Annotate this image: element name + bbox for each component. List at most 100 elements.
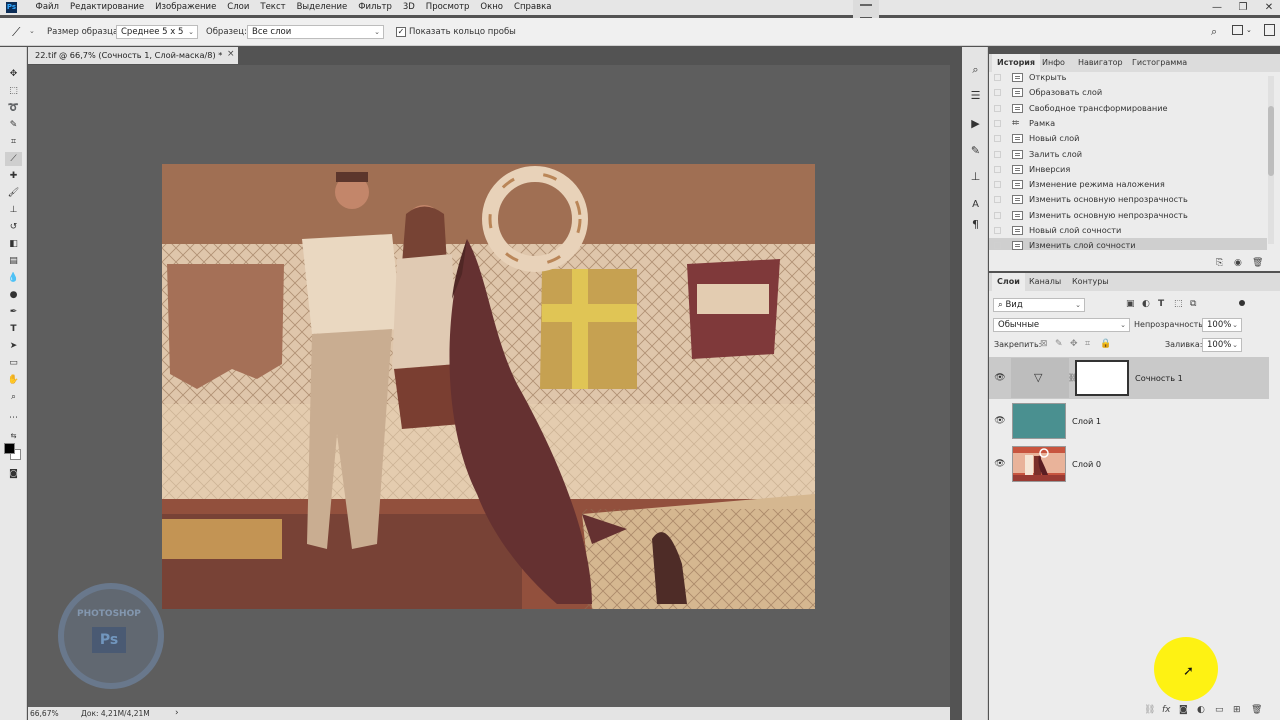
history-brush-source-checkbox[interactable]: [994, 119, 1001, 127]
history-brush-tool-icon[interactable]: ↺: [5, 220, 22, 234]
close-document-button[interactable]: ×: [227, 49, 235, 59]
filter-type-icon[interactable]: T: [1158, 299, 1164, 309]
tab-history-panel-0[interactable]: История: [992, 54, 1041, 72]
zoom-level[interactable]: 66,67%: [30, 709, 59, 718]
lock-position-icon[interactable]: ✥: [1070, 339, 1078, 349]
filter-adjustment-icon[interactable]: ◐: [1142, 299, 1150, 309]
history-brush-source-checkbox[interactable]: [994, 135, 1001, 143]
layer-name[interactable]: Слой 1: [1072, 416, 1101, 426]
share-icon[interactable]: [1264, 24, 1275, 36]
history-brush-source-checkbox[interactable]: [994, 165, 1001, 173]
brush-tool-icon[interactable]: 🖌: [5, 186, 22, 200]
history-item[interactable]: Новый слой: [989, 131, 1267, 146]
blur-tool-icon[interactable]: 💧: [5, 271, 22, 285]
tab-history-panel-3[interactable]: Гистограмма: [1127, 54, 1192, 72]
history-item[interactable]: Инверсия: [989, 162, 1267, 177]
marquee-tool-icon[interactable]: ⬚: [5, 84, 22, 98]
eyedropper-tool-icon[interactable]: ⟋: [5, 152, 22, 166]
tab-layers-panel-0[interactable]: Слои: [992, 273, 1025, 291]
history-item[interactable]: Изменение режима наложения: [989, 177, 1267, 192]
menu-item-5[interactable]: Выделение: [291, 0, 353, 15]
history-brush-source-checkbox[interactable]: [994, 150, 1001, 158]
menu-item-3[interactable]: Слои: [222, 0, 255, 15]
filter-pixel-icon[interactable]: ▣: [1126, 299, 1135, 309]
dodge-tool-icon[interactable]: ●: [5, 288, 22, 302]
show-ring-checkbox[interactable]: ✓: [396, 27, 406, 37]
history-brush-source-checkbox[interactable]: [994, 74, 1001, 81]
type-tool-icon[interactable]: T: [5, 322, 22, 336]
default-colors-icon[interactable]: ⇆: [5, 429, 22, 443]
new-document-from-state-icon[interactable]: ⎘: [1216, 258, 1223, 268]
new-layer-icon[interactable]: ⊞: [1233, 705, 1241, 715]
history-item[interactable]: Открыть: [989, 72, 1267, 85]
hand-tool-icon[interactable]: ✋: [5, 373, 22, 387]
visibility-eye-icon[interactable]: 👁: [994, 459, 1006, 469]
tab-layers-panel-1[interactable]: Каналы: [1024, 273, 1066, 291]
menu-item-6[interactable]: Фильтр: [353, 0, 398, 15]
eyedropper-tool-icon[interactable]: ⟋: [12, 25, 26, 39]
visibility-eye-icon[interactable]: 👁: [994, 373, 1006, 383]
rectangle-tool-icon[interactable]: ▭: [5, 356, 22, 370]
character-icon[interactable]: A: [968, 197, 983, 212]
history-item[interactable]: Образовать слой: [989, 85, 1267, 100]
adjustments-icon[interactable]: ☰: [968, 88, 983, 103]
link-layers-icon[interactable]: ⛓: [1144, 705, 1155, 715]
history-scrollbar[interactable]: [1268, 76, 1274, 244]
layer-mask-thumbnail[interactable]: [1075, 360, 1129, 396]
layer-name[interactable]: Слой 0: [1072, 459, 1101, 469]
restore-button[interactable]: ❐: [1230, 0, 1256, 15]
status-menu-arrow[interactable]: ›: [175, 708, 179, 718]
history-brush-source-checkbox[interactable]: [994, 104, 1001, 112]
menu-item-0[interactable]: Файл: [30, 0, 64, 15]
history-brush-source-checkbox[interactable]: [994, 196, 1001, 204]
healing-brush-tool-icon[interactable]: ✚: [5, 169, 22, 183]
lasso-tool-icon[interactable]: ➰: [5, 101, 22, 115]
history-brush-source-checkbox[interactable]: [994, 211, 1001, 219]
history-item[interactable]: Свободное трансформирование: [989, 101, 1267, 116]
eraser-tool-icon[interactable]: ◧: [5, 237, 22, 251]
menu-item-9[interactable]: Окно: [475, 0, 509, 15]
close-window-button[interactable]: ✕: [1256, 0, 1280, 15]
foreground-color-swatch[interactable]: [4, 443, 15, 454]
history-brush-source-checkbox[interactable]: [994, 227, 1001, 234]
menu-item-7[interactable]: 3D: [397, 0, 420, 15]
menu-item-8[interactable]: Просмотр: [420, 0, 475, 15]
history-brush-source-checkbox[interactable]: [994, 242, 1001, 250]
path-selection-tool-icon[interactable]: ➤: [5, 339, 22, 353]
lock-transparent-icon[interactable]: ⊠: [1040, 339, 1048, 349]
document-image[interactable]: [162, 164, 815, 609]
menu-item-2[interactable]: Изображение: [150, 0, 222, 15]
trash-icon[interactable]: 🗑: [1252, 258, 1263, 268]
tool-preset-chevron-icon[interactable]: ⌄: [29, 27, 35, 35]
history-item[interactable]: Изменить основную непрозрачность: [989, 192, 1267, 207]
filter-shape-icon[interactable]: ⬚: [1174, 299, 1183, 309]
zoom-tool-icon[interactable]: ⌕: [5, 390, 22, 404]
history-brush-source-checkbox[interactable]: [994, 181, 1001, 189]
menu-item-10[interactable]: Справка: [509, 0, 557, 15]
quick-mask-icon[interactable]: ◙: [5, 467, 22, 481]
lock-all-icon[interactable]: 🔒: [1100, 339, 1111, 349]
blend-mode-select[interactable]: Обычные ⌄: [993, 318, 1130, 332]
brush-settings-icon[interactable]: ✎: [968, 143, 983, 158]
layer-row[interactable]: 👁 Слой 1: [989, 400, 1269, 442]
filter-smart-object-icon[interactable]: ⧉: [1190, 299, 1196, 309]
tab-history-panel-2[interactable]: Навигатор: [1073, 54, 1128, 72]
layer-filter-select[interactable]: ⌕ Вид ⌄: [993, 298, 1085, 312]
clone-stamp-tool-icon[interactable]: ⊥: [5, 203, 22, 217]
document-tab[interactable]: 22.tif @ 66,7% (Сочность 1, Слой-маска/8…: [28, 47, 238, 64]
paragraph-icon[interactable]: ¶: [968, 217, 983, 232]
tab-history-panel-1[interactable]: Инфо: [1037, 54, 1070, 72]
tab-layers-panel-2[interactable]: Контуры: [1067, 273, 1114, 291]
delete-layer-trash-icon[interactable]: 🗑: [1251, 705, 1262, 715]
add-mask-icon[interactable]: ◙: [1179, 705, 1188, 715]
new-group-folder-icon[interactable]: ▭: [1215, 705, 1224, 715]
fill-input[interactable]: 100% ⌄: [1202, 338, 1242, 352]
history-item[interactable]: Изменить слой сочности: [989, 238, 1267, 250]
chevron-down-icon[interactable]: ⌄: [1246, 26, 1252, 34]
quick-selection-tool-icon[interactable]: ✎: [5, 118, 22, 132]
actions-play-icon[interactable]: ▶: [968, 116, 983, 131]
sample-select[interactable]: Все слои ⌄: [247, 25, 384, 39]
layer-row[interactable]: 👁 ▽ ⛓ Сочность 1: [989, 357, 1269, 399]
arrange-documents-icon[interactable]: [1232, 25, 1243, 35]
clone-source-icon[interactable]: ⊥: [968, 169, 983, 184]
